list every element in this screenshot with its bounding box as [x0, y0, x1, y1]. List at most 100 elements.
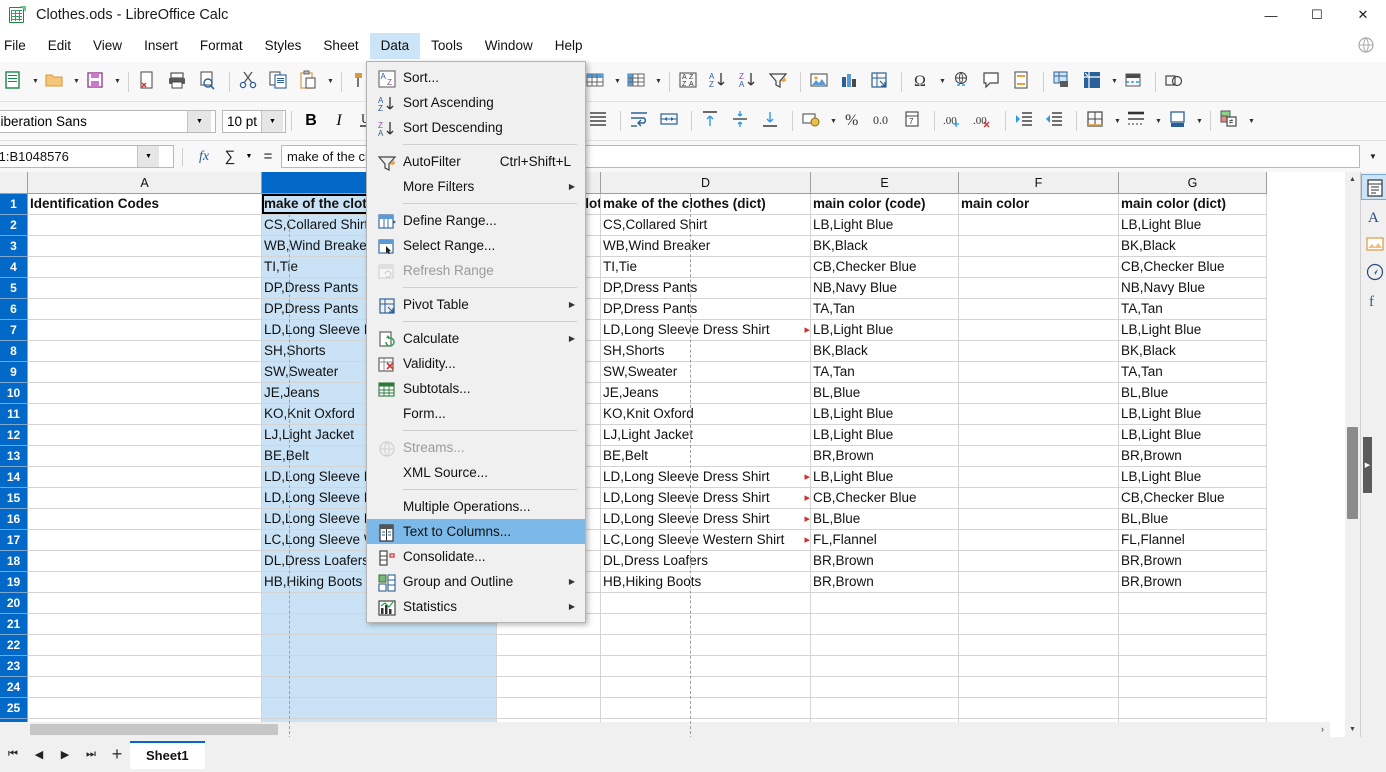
dropdown-arrow-icon[interactable]: ▼	[325, 70, 336, 94]
grid-cell-B25[interactable]	[262, 698, 497, 719]
grid-cell-A10[interactable]	[28, 383, 262, 404]
grid-cell-C25[interactable]	[497, 698, 601, 719]
grid-cell-G18[interactable]: BR,Brown	[1119, 551, 1267, 572]
print-button[interactable]	[164, 62, 194, 101]
center-vertically-button[interactable]	[727, 102, 757, 140]
grid-cell-A6[interactable]	[28, 299, 262, 320]
grid-cell-E14[interactable]: LB,Light Blue	[811, 467, 959, 488]
grid-cell-F7[interactable]	[959, 320, 1119, 341]
grid-cell-F24[interactable]	[959, 677, 1119, 698]
row-header-19[interactable]: 19	[0, 572, 28, 593]
add-sheet-button[interactable]: +	[104, 741, 130, 769]
format-as-number-button[interactable]: 0.0	[869, 102, 899, 140]
vertical-scroll-thumb[interactable]	[1347, 427, 1358, 519]
grid-cell-E18[interactable]: BR,Brown	[811, 551, 959, 572]
row-header-16[interactable]: 16	[0, 509, 28, 530]
grid-cell-F6[interactable]	[959, 299, 1119, 320]
row-header-14[interactable]: 14	[0, 467, 28, 488]
grid-cell-E24[interactable]	[811, 677, 959, 698]
grid-cell-G24[interactable]	[1119, 677, 1267, 698]
horizontal-scrollbar[interactable]: ›	[0, 722, 1330, 737]
split-window-button[interactable]	[1079, 62, 1109, 101]
grid-cell-D4[interactable]: TI,Tie	[601, 257, 811, 278]
paste-button[interactable]	[295, 62, 325, 101]
grid-cell-A8[interactable]	[28, 341, 262, 362]
align-bottom-button[interactable]	[757, 102, 787, 140]
grid-cell-E16[interactable]: BL,Blue	[811, 509, 959, 530]
grid-cell-E8[interactable]: BK,Black	[811, 341, 959, 362]
grid-cell-E21[interactable]	[811, 614, 959, 635]
grid-cell-A13[interactable]	[28, 446, 262, 467]
name-box[interactable]: ▼	[0, 145, 174, 168]
grid-cell-B23[interactable]	[262, 656, 497, 677]
menu-format[interactable]: Format	[189, 33, 254, 59]
grid-cell-E15[interactable]: CB,Checker Blue	[811, 488, 959, 509]
data-more-filters[interactable]: More Filters ▶	[367, 174, 585, 199]
data-pivot-table[interactable]: Pivot Table ▶	[367, 292, 585, 317]
row-header-22[interactable]: 22	[0, 635, 28, 656]
headers-footers-button[interactable]	[1008, 62, 1038, 101]
print-preview-button[interactable]	[194, 62, 224, 101]
dropdown-arrow-icon[interactable]: ▼	[1194, 109, 1205, 133]
data-sort-descending[interactable]: Z A Sort Descending	[367, 115, 585, 140]
sidebar-properties[interactable]	[1361, 174, 1386, 200]
vertical-scrollbar[interactable]: ▲ ▼	[1345, 172, 1360, 737]
grid-cell-F11[interactable]	[959, 404, 1119, 425]
grid-cell-G10[interactable]: BL,Blue	[1119, 383, 1267, 404]
add-decimal-place-button[interactable]: .00	[940, 102, 970, 140]
grid-cell-G15[interactable]: CB,Checker Blue	[1119, 488, 1267, 509]
grid-cell-E25[interactable]	[811, 698, 959, 719]
grid-cell-D25[interactable]	[601, 698, 811, 719]
insert-image-button[interactable]	[806, 62, 836, 101]
grid-cell-F19[interactable]	[959, 572, 1119, 593]
grid-cell-E1[interactable]: main color (code)	[811, 194, 959, 215]
column-header-G[interactable]: G	[1119, 172, 1267, 194]
grid-cell-D11[interactable]: KO,Knit Oxford	[601, 404, 811, 425]
dropdown-arrow-icon[interactable]: ▼	[30, 70, 41, 94]
copy-button[interactable]	[265, 62, 295, 101]
sheet-tab-sheet1[interactable]: Sheet1	[130, 740, 205, 769]
grid-cell-A11[interactable]	[28, 404, 262, 425]
grid-cell-D22[interactable]	[601, 635, 811, 656]
grid-cell-F16[interactable]	[959, 509, 1119, 530]
last-sheet-button[interactable]: ⏭	[78, 741, 104, 769]
grid-cell-A23[interactable]	[28, 656, 262, 677]
dropdown-arrow-icon[interactable]: ▼	[937, 70, 948, 94]
grid-cell-E5[interactable]: NB,Navy Blue	[811, 278, 959, 299]
grid-cell-G14[interactable]: LB,Light Blue	[1119, 467, 1267, 488]
data-define-range[interactable]: Define Range...	[367, 208, 585, 233]
freeze-rows-columns-button[interactable]	[1049, 62, 1079, 101]
row-header-15[interactable]: 15	[0, 488, 28, 509]
pivot-table-button[interactable]	[866, 62, 896, 101]
grid-cell-G2[interactable]: LB,Light Blue	[1119, 215, 1267, 236]
row-header-7[interactable]: 7	[0, 320, 28, 341]
grid-cell-A18[interactable]	[28, 551, 262, 572]
align-top-button[interactable]	[697, 102, 727, 140]
scroll-up-button[interactable]: ▲	[1345, 172, 1360, 187]
grid-cell-E22[interactable]	[811, 635, 959, 656]
grid-cell-G13[interactable]: BR,Brown	[1119, 446, 1267, 467]
grid-cell-G17[interactable]: FL,Flannel	[1119, 530, 1267, 551]
menu-sheet[interactable]: Sheet	[312, 33, 369, 59]
data-subtotals[interactable]: Subtotals...	[367, 376, 585, 401]
row-button[interactable]	[582, 62, 612, 101]
font-size-combobox[interactable]: ▼	[222, 109, 286, 133]
row-header-21[interactable]: 21	[0, 614, 28, 635]
data-sort-ascending[interactable]: A Z Sort Ascending	[367, 90, 585, 115]
row-header-25[interactable]: 25	[0, 698, 28, 719]
grid-cell-D6[interactable]: DP,Dress Pants	[601, 299, 811, 320]
grid-cell-E13[interactable]: BR,Brown	[811, 446, 959, 467]
row-header-24[interactable]: 24	[0, 677, 28, 698]
grid-cell-G9[interactable]: TA,Tan	[1119, 362, 1267, 383]
grid-cell-F5[interactable]	[959, 278, 1119, 299]
function-wizard-icon[interactable]: fx	[191, 145, 217, 169]
hyperlink-button[interactable]	[948, 62, 978, 101]
column-header-F[interactable]: F	[959, 172, 1119, 194]
grid-cell-E20[interactable]	[811, 593, 959, 614]
freeze-first-row-button[interactable]	[1120, 62, 1150, 101]
row-header-12[interactable]: 12	[0, 425, 28, 446]
cut-button[interactable]	[235, 62, 265, 101]
expand-formula-bar-icon[interactable]: ▼	[1360, 145, 1386, 169]
grid-cell-D13[interactable]: BE,Belt	[601, 446, 811, 467]
autofilter-button[interactable]	[765, 62, 795, 101]
